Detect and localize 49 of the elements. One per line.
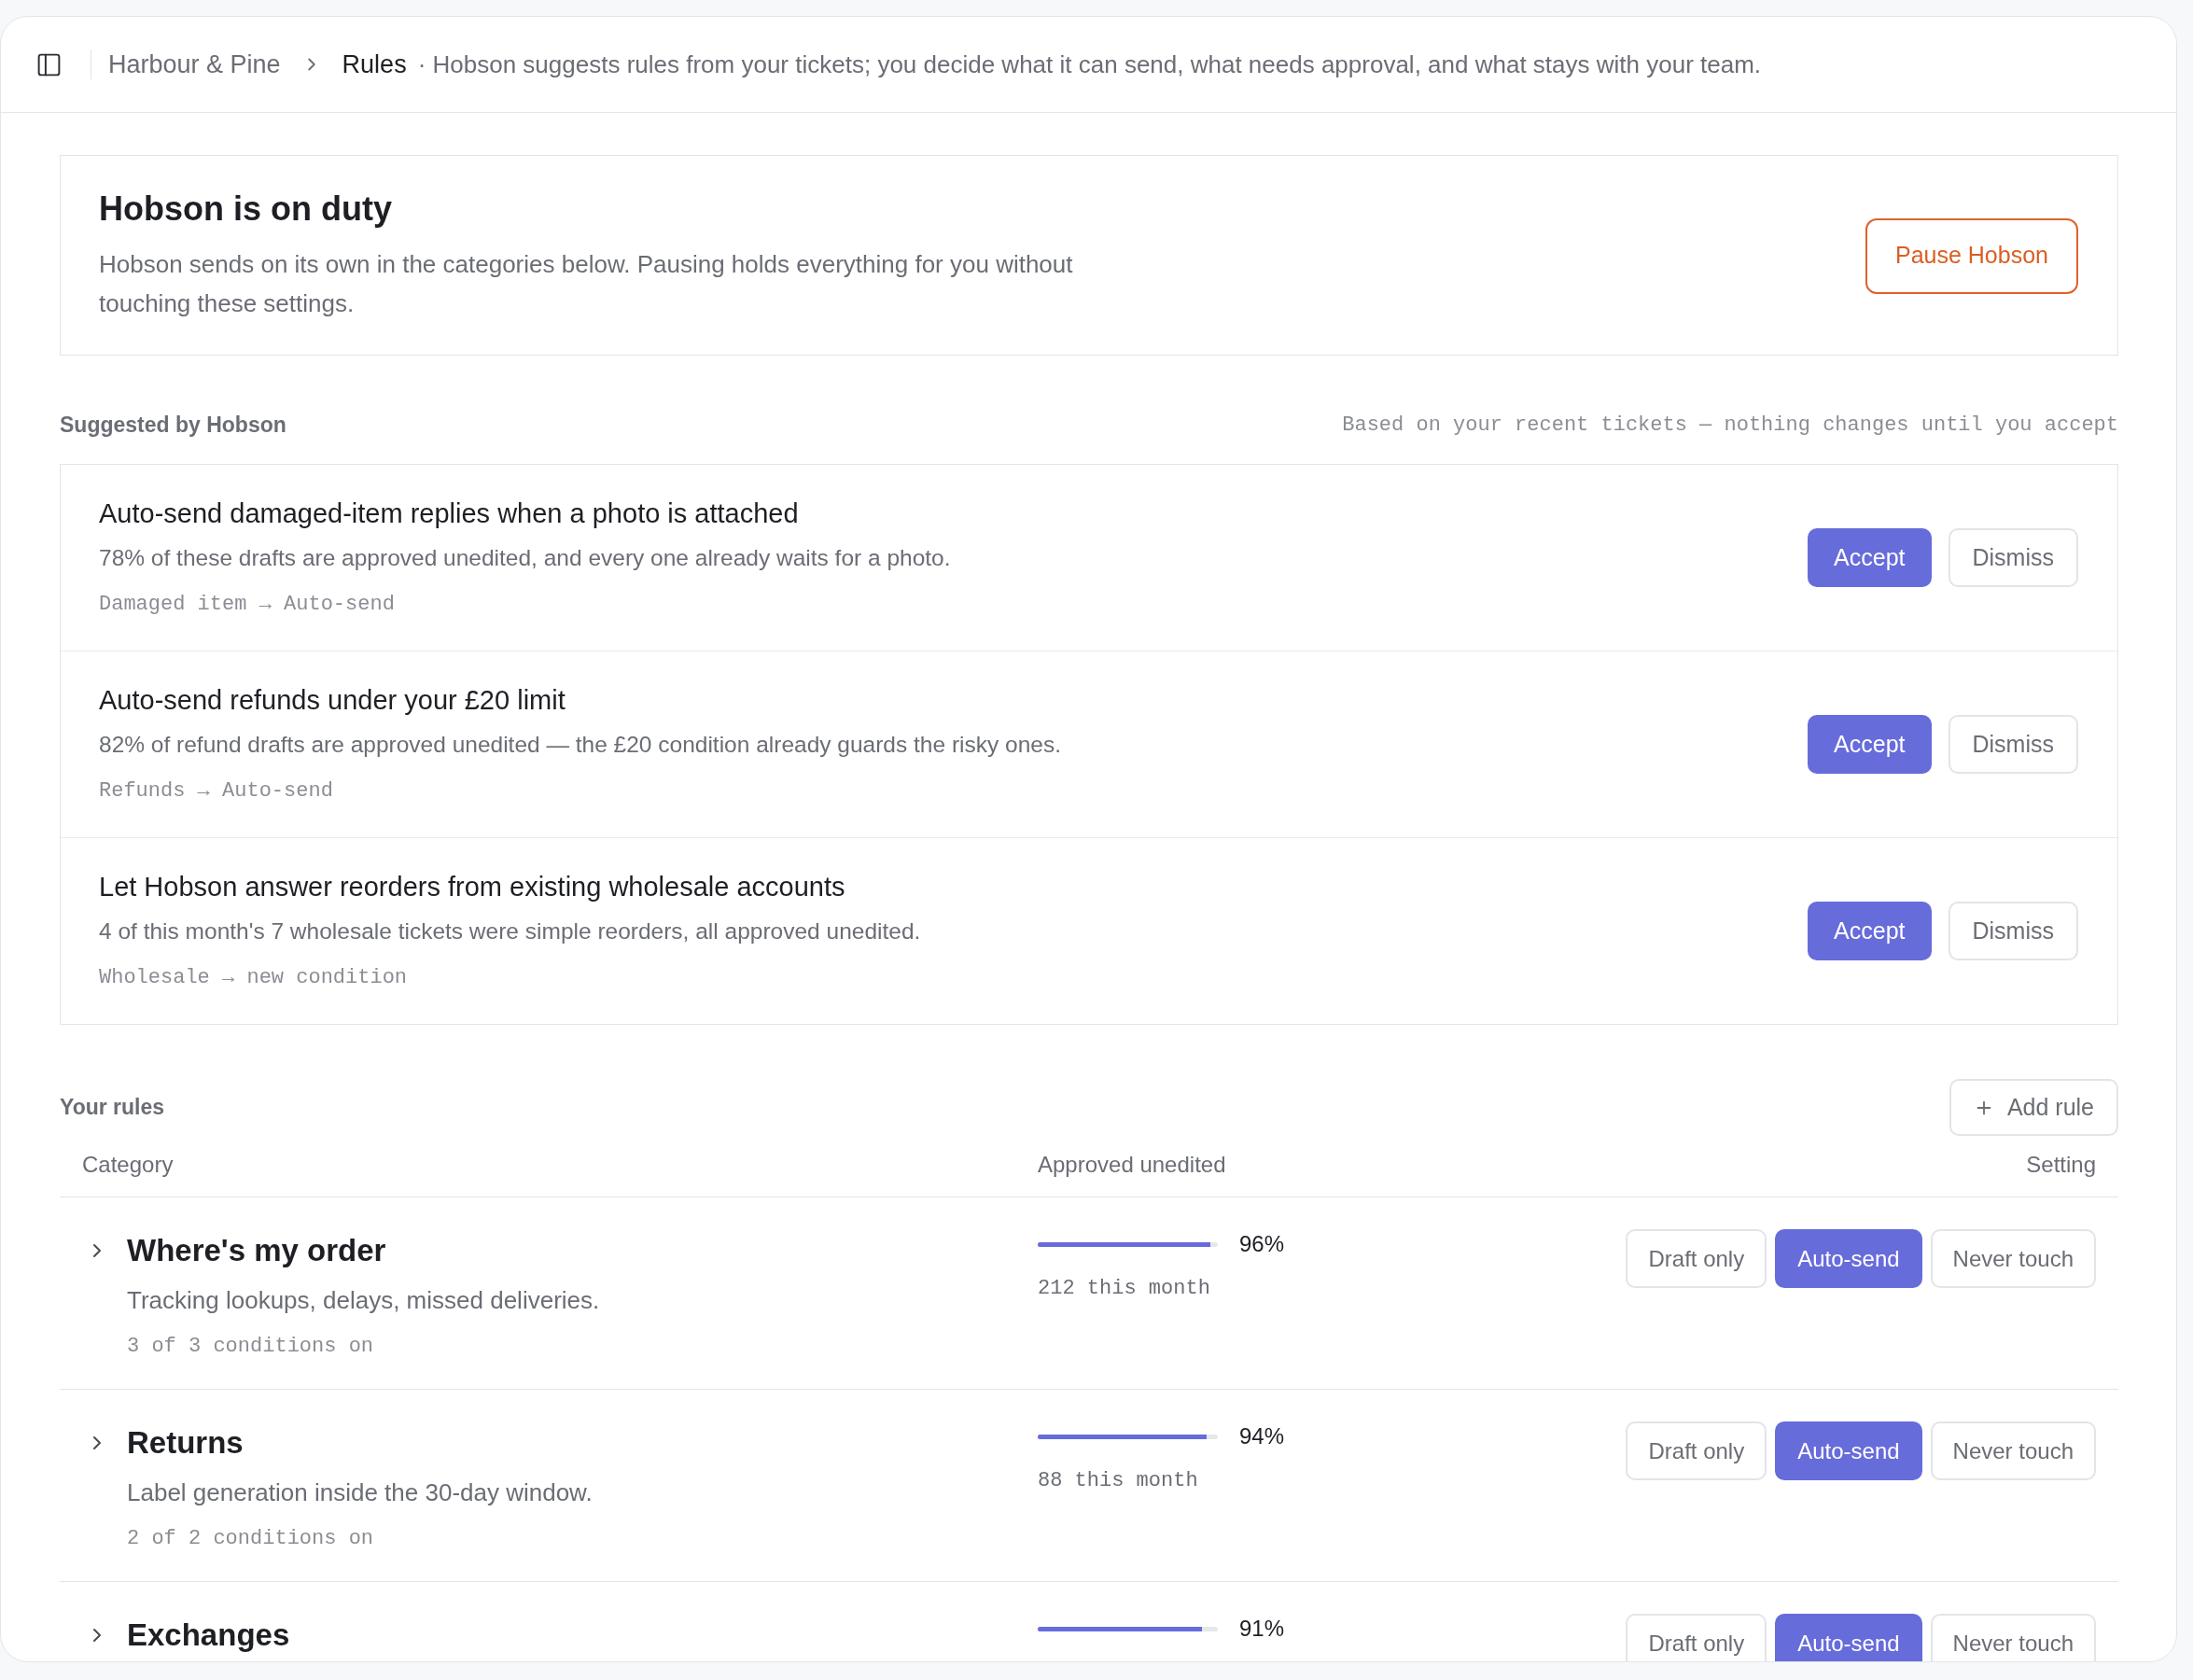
section-title: Your rules [60, 1094, 165, 1122]
monthly-count: 88 this month [1038, 1468, 1199, 1494]
column-header: Category [82, 1151, 175, 1179]
rule-text: Tracking lookups, delays, missed deliveries. [127, 1285, 600, 1316]
approval-percent: 96% [1239, 1230, 1285, 1258]
rule-name: Returns [127, 1424, 244, 1462]
setting-option[interactable]: Draft only [1626, 1614, 1767, 1661]
section-note: Based on your recent tickets — nothing changes until you accept [1342, 412, 2118, 439]
suggestion-title: Auto-send refunds under your £20 limit [99, 684, 566, 717]
dismiss-button[interactable]: Dismiss [1948, 902, 2078, 960]
column-header: Approved unedited [1038, 1151, 1227, 1179]
section-title: Suggested by Hobson [60, 411, 286, 439]
suggestion-tag: Wholesale → new condition [99, 964, 921, 992]
rule-name: Where's my order [127, 1232, 387, 1269]
accept-button[interactable]: Accept [1808, 715, 1932, 774]
setting-option[interactable]: Never touch [1930, 1421, 2096, 1480]
breadcrumb-current: Rules [342, 49, 407, 80]
setting-option[interactable]: Draft only [1626, 1421, 1767, 1480]
page-description: · Hobson suggests rules from your tickets; you decide what it can send, what needs approval, and what stays with your team. [417, 49, 1762, 80]
suggestion-tag: Damaged item → Auto-send [99, 591, 951, 619]
suggestion-title: Auto-send damaged-item replies when a photo is attached [99, 497, 800, 530]
status-title: Hobson is on duty [99, 189, 393, 230]
add-rule-button[interactable]: Add rule [1949, 1079, 2118, 1136]
setting-option[interactable]: Never touch [1930, 1229, 2096, 1288]
setting-option[interactable]: Auto-send [1775, 1229, 1922, 1288]
status-text: Hobson sends on its own in the categories below. Pausing holds everything for you without touching these settings. [99, 249, 1074, 319]
column-header: Setting [2026, 1151, 2096, 1179]
breadcrumb-link[interactable]: Harbour & Pine [108, 48, 281, 81]
conditions-count: 2 of 2 conditions on [127, 1526, 375, 1552]
setting-option[interactable]: Never touch [1930, 1614, 2096, 1661]
approval-percent: 91% [1239, 1615, 1285, 1643]
conditions-count: 3 of 3 conditions on [127, 1334, 375, 1360]
suggestion-text: 4 of this month's 7 wholesale tickets were simple reorders, all approved unedited. [99, 917, 921, 945]
accept-button[interactable]: Accept [1808, 528, 1932, 587]
rule-text: Label generation inside the 30-day window. [127, 1477, 593, 1508]
setting-option[interactable]: Auto-send [1775, 1421, 1922, 1480]
dismiss-button[interactable]: Dismiss [1948, 715, 2078, 774]
suggestion-text: 82% of refund drafts are approved unedited — the £20 condition already guards the risky ones. [99, 731, 1061, 759]
setting-option[interactable]: Draft only [1626, 1229, 1767, 1288]
approval-percent: 94% [1239, 1422, 1285, 1450]
rule-name: Exchanges [127, 1617, 290, 1654]
setting-option[interactable]: Auto-send [1775, 1614, 1922, 1661]
pause-button[interactable]: Pause Hobson [1865, 217, 2078, 294]
accept-button[interactable]: Accept [1808, 902, 1932, 960]
dismiss-button[interactable]: Dismiss [1948, 528, 2078, 587]
monthly-count: 212 this month [1038, 1276, 1211, 1302]
suggestion-title: Let Hobson answer reorders from existing wholesale accounts [99, 871, 846, 903]
suggestion-tag: Refunds → Auto-send [99, 777, 1061, 805]
suggestion-text: 78% of these drafts are approved unedited, and every one already waits for a photo. [99, 544, 951, 572]
